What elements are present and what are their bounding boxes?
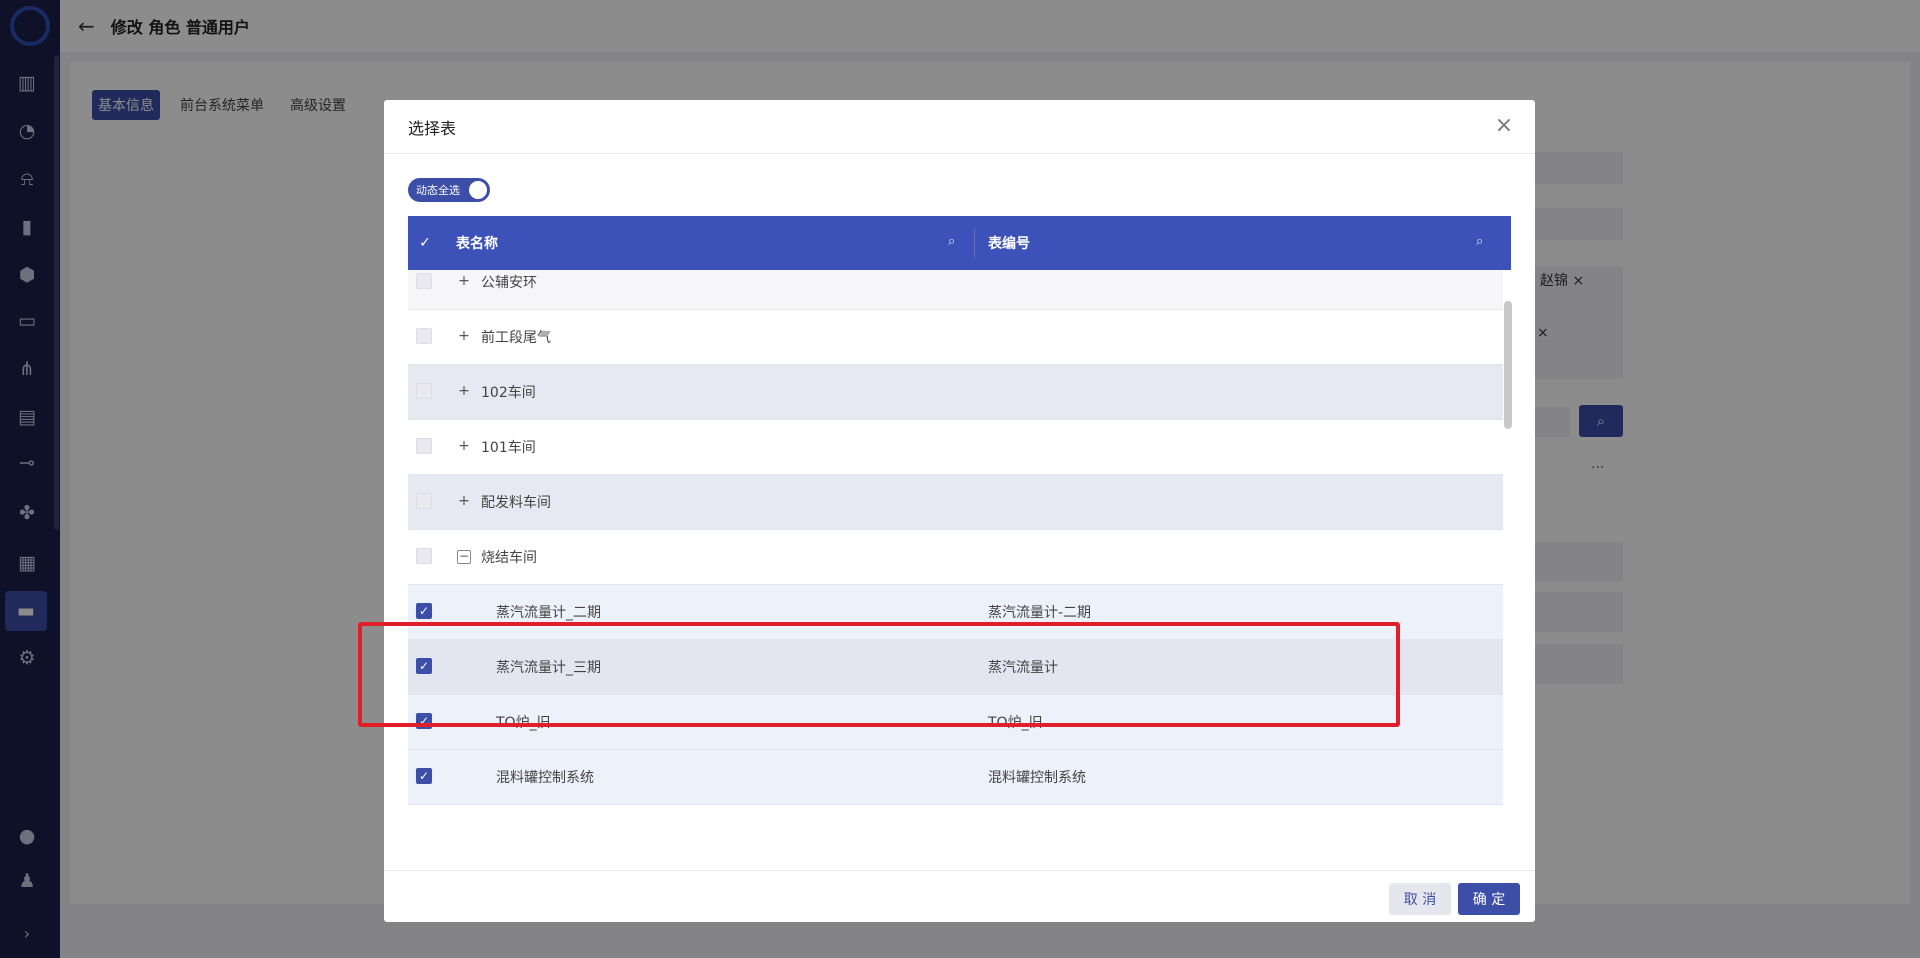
dynamic-select-all-toggle[interactable]: 动态全选 [408,178,490,202]
column-header-code: 表编号 [988,236,1030,252]
cell-table-name: 蒸汽流量计_三期 [496,660,601,676]
row-checkbox[interactable] [416,493,432,509]
toggle-label: 动态全选 [416,184,460,197]
table-body: + 公辅安环 + 前工段尾气 +102车间 +101车间 + 配发料车间 − 烧结车间 ✓ 蒸汽流量计… [408,270,1511,850]
expand-plus-icon[interactable]: + [457,384,471,399]
row-checkbox[interactable]: ✓ [416,713,432,729]
column-divider[interactable] [974,228,975,258]
table-row[interactable]: + 前工段尾气 [408,310,1503,365]
column-header-name: 表名称 [456,236,498,252]
row-checkbox[interactable] [416,438,432,454]
table-row[interactable]: ✓ TO炉_旧 TO炉_旧 [408,695,1503,750]
row-checkbox[interactable] [416,328,432,344]
close-icon[interactable]: × [1493,115,1515,137]
table-row[interactable]: +101车间 [408,420,1503,475]
table-row[interactable]: ✓ 蒸汽流量计_三期 蒸汽流量计 [408,640,1503,695]
cell-table-name: 蒸汽流量计_二期 [496,605,601,621]
table-row[interactable]: +102车间 [408,365,1503,420]
cell-table-name: 公辅安环 [481,275,537,291]
expand-plus-icon[interactable]: + [457,494,471,509]
cell-table-name: 101车间 [481,440,536,456]
table-row[interactable]: + 公辅安环 [408,270,1503,310]
dialog-footer: 取 消 确 定 [384,870,1535,922]
toggle-knob [469,181,487,199]
table-row[interactable]: ✓ 混料罐控制系统 混料罐控制系统 [408,750,1503,805]
expand-plus-icon[interactable]: + [457,439,471,454]
name-search-icon[interactable]: ⌕ [948,234,955,249]
table-scrollbar[interactable] [1504,301,1512,429]
cell-table-name: 配发料车间 [481,495,551,511]
select-all-check-icon[interactable]: ✓ [416,234,434,252]
cell-table-name: 混料罐控制系统 [496,770,594,786]
select-table-dialog: 选择表 × 动态全选 ✓ 表名称 ⌕ 表编号 ⌕ + 公辅安环 + 前工段尾气 +102… [384,100,1535,922]
cell-table-code: 混料罐控制系统 [988,770,1086,786]
table-row[interactable]: ✓ 蒸汽流量计_二期 蒸汽流量计-二期 [408,585,1503,640]
cell-table-name: 烧结车间 [481,550,537,566]
cancel-button[interactable]: 取 消 [1389,883,1451,915]
row-checkbox[interactable]: ✓ [416,658,432,674]
cell-table-code: 蒸汽流量计-二期 [988,605,1092,621]
row-checkbox[interactable]: ✓ [416,768,432,784]
cell-table-name: 前工段尾气 [481,330,551,346]
collapse-minus-icon[interactable]: − [457,550,471,564]
row-checkbox[interactable] [416,548,432,564]
row-checkbox[interactable] [416,273,432,289]
table-row[interactable]: + 配发料车间 [408,475,1503,530]
row-checkbox[interactable]: ✓ [416,603,432,619]
dialog-title: 选择表 [408,118,457,138]
expand-plus-icon[interactable]: + [457,274,471,289]
expand-plus-icon[interactable]: + [457,329,471,344]
confirm-button[interactable]: 确 定 [1458,883,1520,915]
cell-table-code: TO炉_旧 [988,715,1043,731]
row-checkbox[interactable] [416,383,432,399]
cell-table-name: TO炉_旧 [496,715,551,731]
cell-table-code: 蒸汽流量计 [988,660,1058,676]
table-header: ✓ 表名称 ⌕ 表编号 ⌕ [408,216,1511,270]
table-row[interactable]: − 烧结车间 [408,530,1503,585]
cell-table-name: 102车间 [481,385,536,401]
code-search-icon[interactable]: ⌕ [1476,234,1483,249]
dialog-header: 选择表 × [384,100,1535,154]
